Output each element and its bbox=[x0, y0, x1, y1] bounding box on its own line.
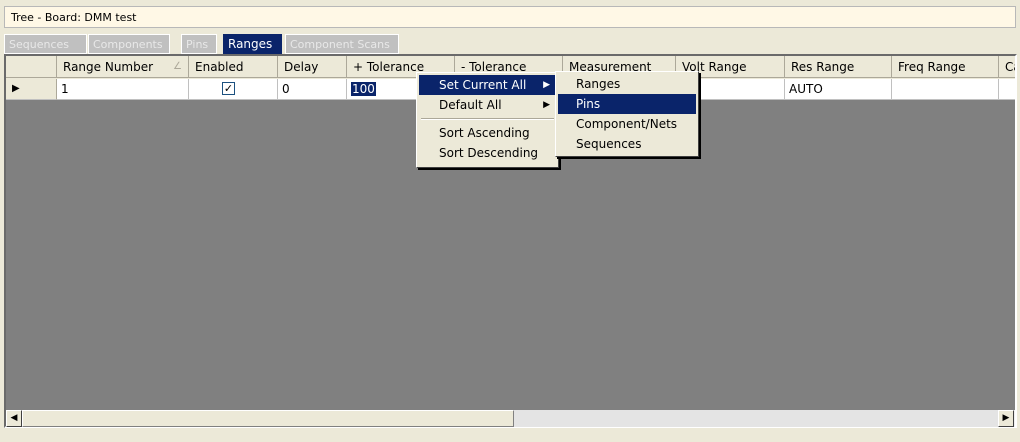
submenu-item-pins[interactable]: Pins bbox=[558, 94, 696, 114]
menu-separator bbox=[421, 118, 554, 120]
cell-range-number[interactable]: 1 bbox=[57, 79, 189, 100]
tab-component-scans[interactable]: Component Scans bbox=[285, 34, 399, 54]
menu-item-sort-ascending[interactable]: Sort Ascending bbox=[419, 123, 556, 143]
row-header-corner bbox=[6, 56, 57, 78]
cell-delay[interactable]: 0 bbox=[278, 79, 347, 100]
cell-freq-range[interactable] bbox=[892, 79, 999, 100]
cell-res-range[interactable]: AUTO bbox=[785, 79, 892, 100]
scroll-track[interactable] bbox=[514, 410, 998, 427]
column-header-enabled[interactable]: Enabled bbox=[189, 56, 278, 78]
submenu-arrow-icon: ▶ bbox=[543, 100, 550, 110]
tab-sequences[interactable]: Sequences bbox=[4, 34, 87, 54]
tab-pins[interactable]: Pins bbox=[181, 34, 217, 54]
scroll-thumb[interactable] bbox=[22, 410, 514, 427]
tab-components[interactable]: Components bbox=[88, 34, 170, 54]
column-header-range-number[interactable]: Range Number ∠ bbox=[57, 56, 189, 78]
menu-item-set-current-all[interactable]: Set Current All ▶ bbox=[419, 75, 556, 95]
horizontal-scrollbar[interactable]: ◀ ▶ bbox=[6, 410, 1015, 427]
enabled-checkbox[interactable]: ✓ bbox=[222, 82, 235, 95]
scroll-right-icon[interactable]: ▶ bbox=[998, 410, 1014, 427]
current-row-arrow-icon: ▶ bbox=[12, 83, 20, 94]
submenu-item-sequences[interactable]: Sequences bbox=[558, 134, 696, 154]
submenu-item-component-nets[interactable]: Component/Nets bbox=[558, 114, 696, 134]
column-header-delay[interactable]: Delay bbox=[278, 56, 347, 78]
column-header-ca[interactable]: Ca bbox=[999, 56, 1015, 78]
cell-enabled[interactable]: ✓ bbox=[189, 79, 278, 100]
window-title-bar: Tree - Board: DMM test bbox=[4, 6, 1016, 28]
context-menu: Set Current All ▶ Default All ▶ Sort Asc… bbox=[416, 72, 559, 168]
submenu-arrow-icon: ▶ bbox=[543, 80, 550, 90]
submenu-item-ranges[interactable]: Ranges bbox=[558, 74, 696, 94]
menu-item-label: Default All bbox=[439, 98, 502, 112]
column-label: Range Number bbox=[63, 60, 154, 74]
cell-ca[interactable] bbox=[999, 79, 1015, 100]
menu-item-default-all[interactable]: Default All ▶ bbox=[419, 95, 556, 115]
window-title: Tree - Board: DMM test bbox=[11, 11, 137, 24]
tab-ranges[interactable]: Ranges bbox=[223, 34, 282, 54]
submenu: Ranges Pins Component/Nets Sequences bbox=[555, 71, 699, 157]
sort-indicator-icon: ∠ bbox=[173, 61, 182, 72]
selected-cell-text: 100 bbox=[351, 82, 376, 96]
menu-item-label: Set Current All bbox=[439, 78, 527, 92]
column-header-freq-range[interactable]: Freq Range bbox=[892, 56, 999, 78]
row-header-cell[interactable]: ▶ bbox=[6, 79, 57, 100]
column-header-res-range[interactable]: Res Range bbox=[785, 56, 892, 78]
menu-item-sort-descending[interactable]: Sort Descending bbox=[419, 143, 556, 163]
scroll-left-icon[interactable]: ◀ bbox=[6, 410, 22, 427]
